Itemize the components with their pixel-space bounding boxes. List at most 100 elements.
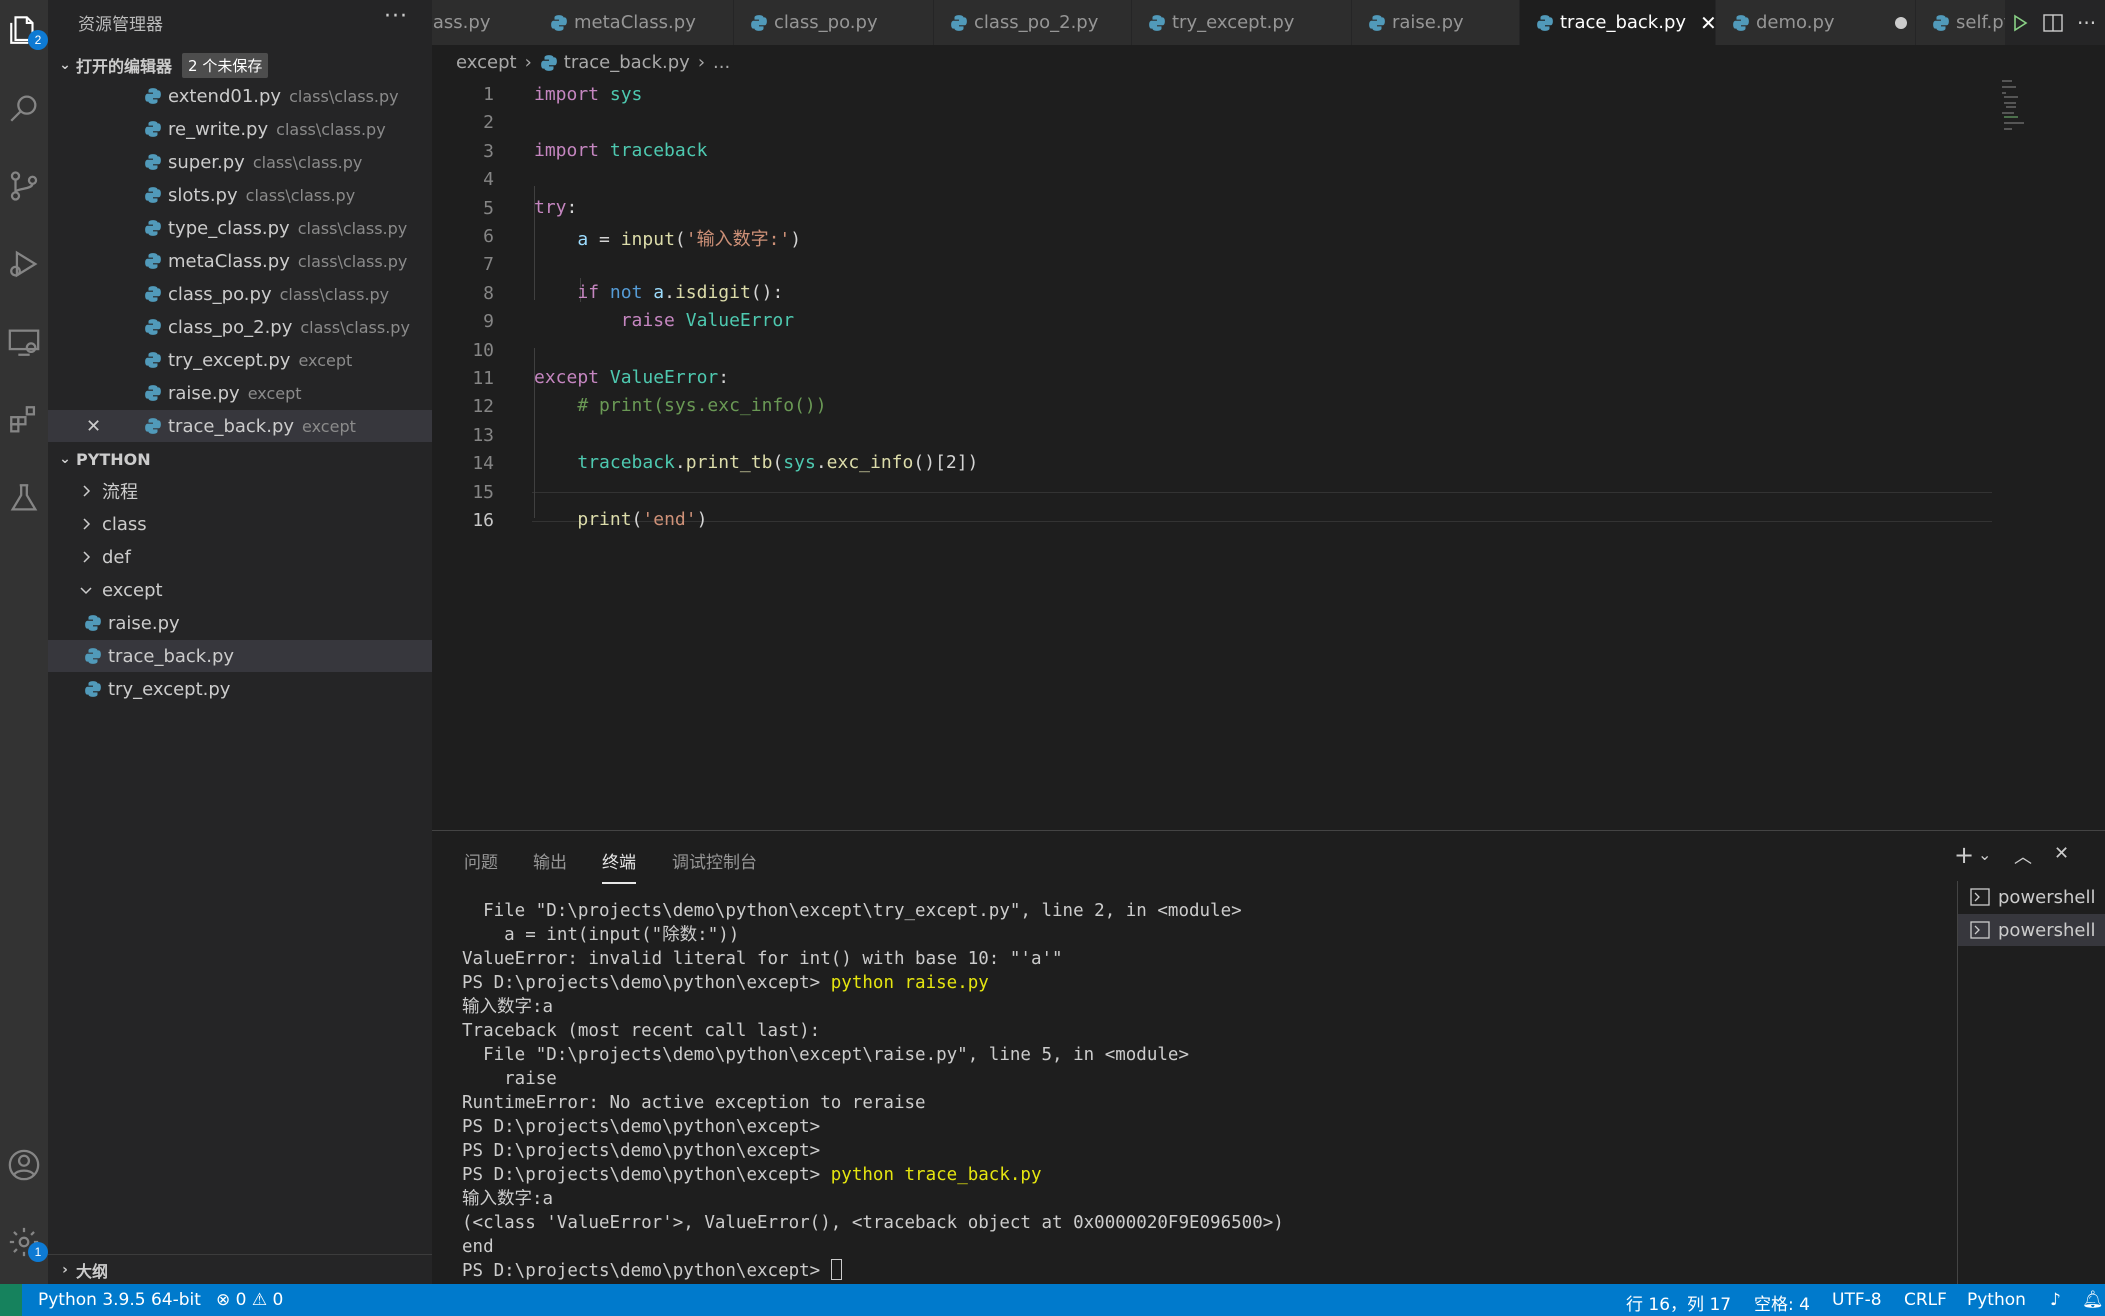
terminal-label: powershell <box>1998 919 2096 941</box>
terminal-text: PS D:\projects\demo\python\except> <box>462 1141 821 1161</box>
terminal-text: PS D:\projects\demo\python\except> <box>462 1165 831 1185</box>
file-folder: except <box>247 383 302 403</box>
line-number: 16 <box>472 510 494 531</box>
open-editors-header[interactable]: ⌄ 打开的编辑器 2 个未保存 <box>48 50 432 80</box>
breadcrumb-more[interactable]: ... <box>713 52 730 73</box>
open-editor-item[interactable]: raise.py except <box>48 377 432 409</box>
settings-gear-icon[interactable]: 1 <box>0 1212 48 1272</box>
chevron-down-icon: ⌄ <box>59 451 71 467</box>
tab-try-except-py[interactable]: try_except.py <box>1132 0 1352 45</box>
tab-output[interactable]: 输出 <box>533 848 567 873</box>
terminal-output[interactable]: File "D:\projects\demo\python\except\try… <box>462 899 1284 1283</box>
language-mode[interactable]: Python <box>1967 1290 2026 1310</box>
close-panel-icon[interactable]: ✕ <box>2054 843 2069 864</box>
more-actions-icon[interactable]: ··· <box>2077 11 2096 35</box>
outline-header[interactable]: › 大纲 <box>48 1254 432 1284</box>
open-editor-item[interactable]: class_po_2.py class\class.py <box>48 311 432 343</box>
run-file-icon[interactable] <box>2011 14 2029 32</box>
terminal-line: (<class 'ValueError'>, ValueError(), <tr… <box>462 1211 1284 1235</box>
folder-def[interactable]: def <box>48 541 432 573</box>
tab-debug-console[interactable]: 调试控制台 <box>672 848 757 873</box>
account-icon[interactable] <box>0 1135 48 1195</box>
terminal-text: (<class 'ValueError'>, ValueError(), <tr… <box>462 1213 1284 1233</box>
open-editor-item[interactable]: ✕ trace_back.py except <box>48 410 432 442</box>
remote-explorer-icon[interactable] <box>0 312 48 372</box>
source-control-icon[interactable] <box>0 156 48 216</box>
problems-indicator[interactable]: ⊗ 0 ⚠ 0 <box>216 1290 283 1310</box>
split-editor-icon[interactable] <box>2043 13 2063 32</box>
chevron-right-icon <box>83 518 91 530</box>
run-debug-icon[interactable] <box>0 234 48 294</box>
open-editor-item[interactable]: extend01.py class\class.py <box>48 80 432 112</box>
file-name: try_except.py <box>168 349 291 371</box>
open-editor-item[interactable]: type_class.py class\class.py <box>48 212 432 244</box>
workspace-title: PYTHON <box>76 449 151 469</box>
file-trace-back[interactable]: trace_back.py <box>48 640 432 672</box>
terminal-item-powershell[interactable]: powershell <box>1958 914 2105 946</box>
file-raise[interactable]: raise.py <box>48 607 432 639</box>
indentation[interactable]: 空格: 4 <box>1754 1290 1810 1315</box>
tab-class-po-2-py[interactable]: class_po_2.py <box>934 0 1132 45</box>
folder-liucheng[interactable]: 流程 <box>48 475 432 507</box>
workspace-header[interactable]: ⌄ PYTHON <box>48 444 432 474</box>
line-ending[interactable]: CRLF <box>1904 1290 1947 1310</box>
terminal-line: end <box>462 1235 1284 1259</box>
new-terminal-plus-icon[interactable]: + <box>1954 841 1974 869</box>
testing-icon[interactable] <box>0 468 48 528</box>
code-line-11: except ValueError: <box>534 367 730 388</box>
extensions-icon[interactable] <box>0 390 48 450</box>
breadcrumb-file[interactable]: trace_back.py <box>564 52 690 73</box>
error-count: 0 <box>235 1290 247 1310</box>
open-editor-item[interactable]: super.py class\class.py <box>48 146 432 178</box>
open-editor-item[interactable]: re_write.py class\class.py <box>48 113 432 145</box>
encoding[interactable]: UTF-8 <box>1832 1290 1882 1310</box>
open-editor-item[interactable]: slots.py class\class.py <box>48 179 432 211</box>
file-name: super.py <box>168 151 245 173</box>
terminal-item-powershell[interactable]: powershell <box>1958 881 2105 913</box>
folder-except[interactable]: except <box>48 574 432 606</box>
error-icon: ⊗ <box>216 1290 231 1310</box>
code-editor[interactable]: 1 2 3 4 5 6 7 8 9 10 11 12 13 14 15 16 import sys impor… <box>432 78 1992 828</box>
terminal-text: a = int(input("除数:")) <box>462 925 740 945</box>
breadcrumb-folder[interactable]: except <box>456 52 517 73</box>
terminal-text: Traceback (most recent call last): <box>462 1021 821 1041</box>
terminal-line: PS D:\projects\demo\python\except> pytho… <box>462 971 1284 995</box>
more-actions-icon[interactable]: ··· <box>384 4 408 29</box>
close-icon[interactable]: ✕ <box>1700 11 1717 35</box>
terminal-icon <box>1970 921 1990 939</box>
interpreter-selector[interactable]: Python 3.9.5 64-bit <box>38 1290 201 1310</box>
open-editor-item[interactable]: try_except.py except <box>48 344 432 376</box>
python-file-icon <box>1933 14 1949 31</box>
open-editor-item[interactable]: class_po.py class\class.py <box>48 278 432 310</box>
terminal-line: Traceback (most recent call last): <box>462 1019 1284 1043</box>
tab-terminal[interactable]: 终端 <box>602 848 636 884</box>
file-try-except[interactable]: try_except.py <box>48 673 432 705</box>
explorer-icon[interactable]: 2 <box>0 0 48 60</box>
folder-class[interactable]: class <box>48 508 432 540</box>
tab-trace-back-py[interactable]: trace_back.py ✕ <box>1520 0 1717 45</box>
feedback-icon[interactable]: ♪ <box>2050 1290 2061 1310</box>
minimap[interactable] <box>2000 78 2080 138</box>
tab-self-py[interactable]: self.py <box>1916 0 2016 45</box>
chevron-right-icon: › <box>524 52 532 73</box>
file-name: re_write.py <box>168 118 269 140</box>
file-folder: class\class.py <box>297 251 408 271</box>
python-file-icon <box>145 253 161 269</box>
tab-problems[interactable]: 问题 <box>464 848 498 873</box>
tab-raise-py[interactable]: raise.py <box>1352 0 1520 45</box>
search-icon[interactable] <box>0 78 48 138</box>
remote-indicator[interactable] <box>0 1284 22 1316</box>
tab-metaClass-py[interactable]: metaClass.py <box>534 0 734 45</box>
activity-bar: 2 1 <box>0 0 48 1284</box>
tab-class-po-py[interactable]: class_po.py <box>734 0 934 45</box>
python-file-icon <box>1149 14 1165 31</box>
notifications-bell-icon[interactable]: 🔔︎ <box>2082 1290 2104 1310</box>
terminal-line: raise <box>462 1067 1284 1091</box>
tab-demo-py[interactable]: demo.py <box>1716 0 1916 45</box>
cursor-position[interactable]: 行 16，列 17 <box>1626 1290 1731 1315</box>
unsaved-dot-icon[interactable] <box>1894 16 1907 29</box>
chevron-down-icon[interactable]: ⌄ <box>1978 845 1991 864</box>
maximize-panel-icon[interactable]: ︿ <box>2014 843 2032 869</box>
close-icon[interactable]: ✕ <box>86 416 101 437</box>
open-editor-item[interactable]: metaClass.py class\class.py <box>48 245 432 277</box>
